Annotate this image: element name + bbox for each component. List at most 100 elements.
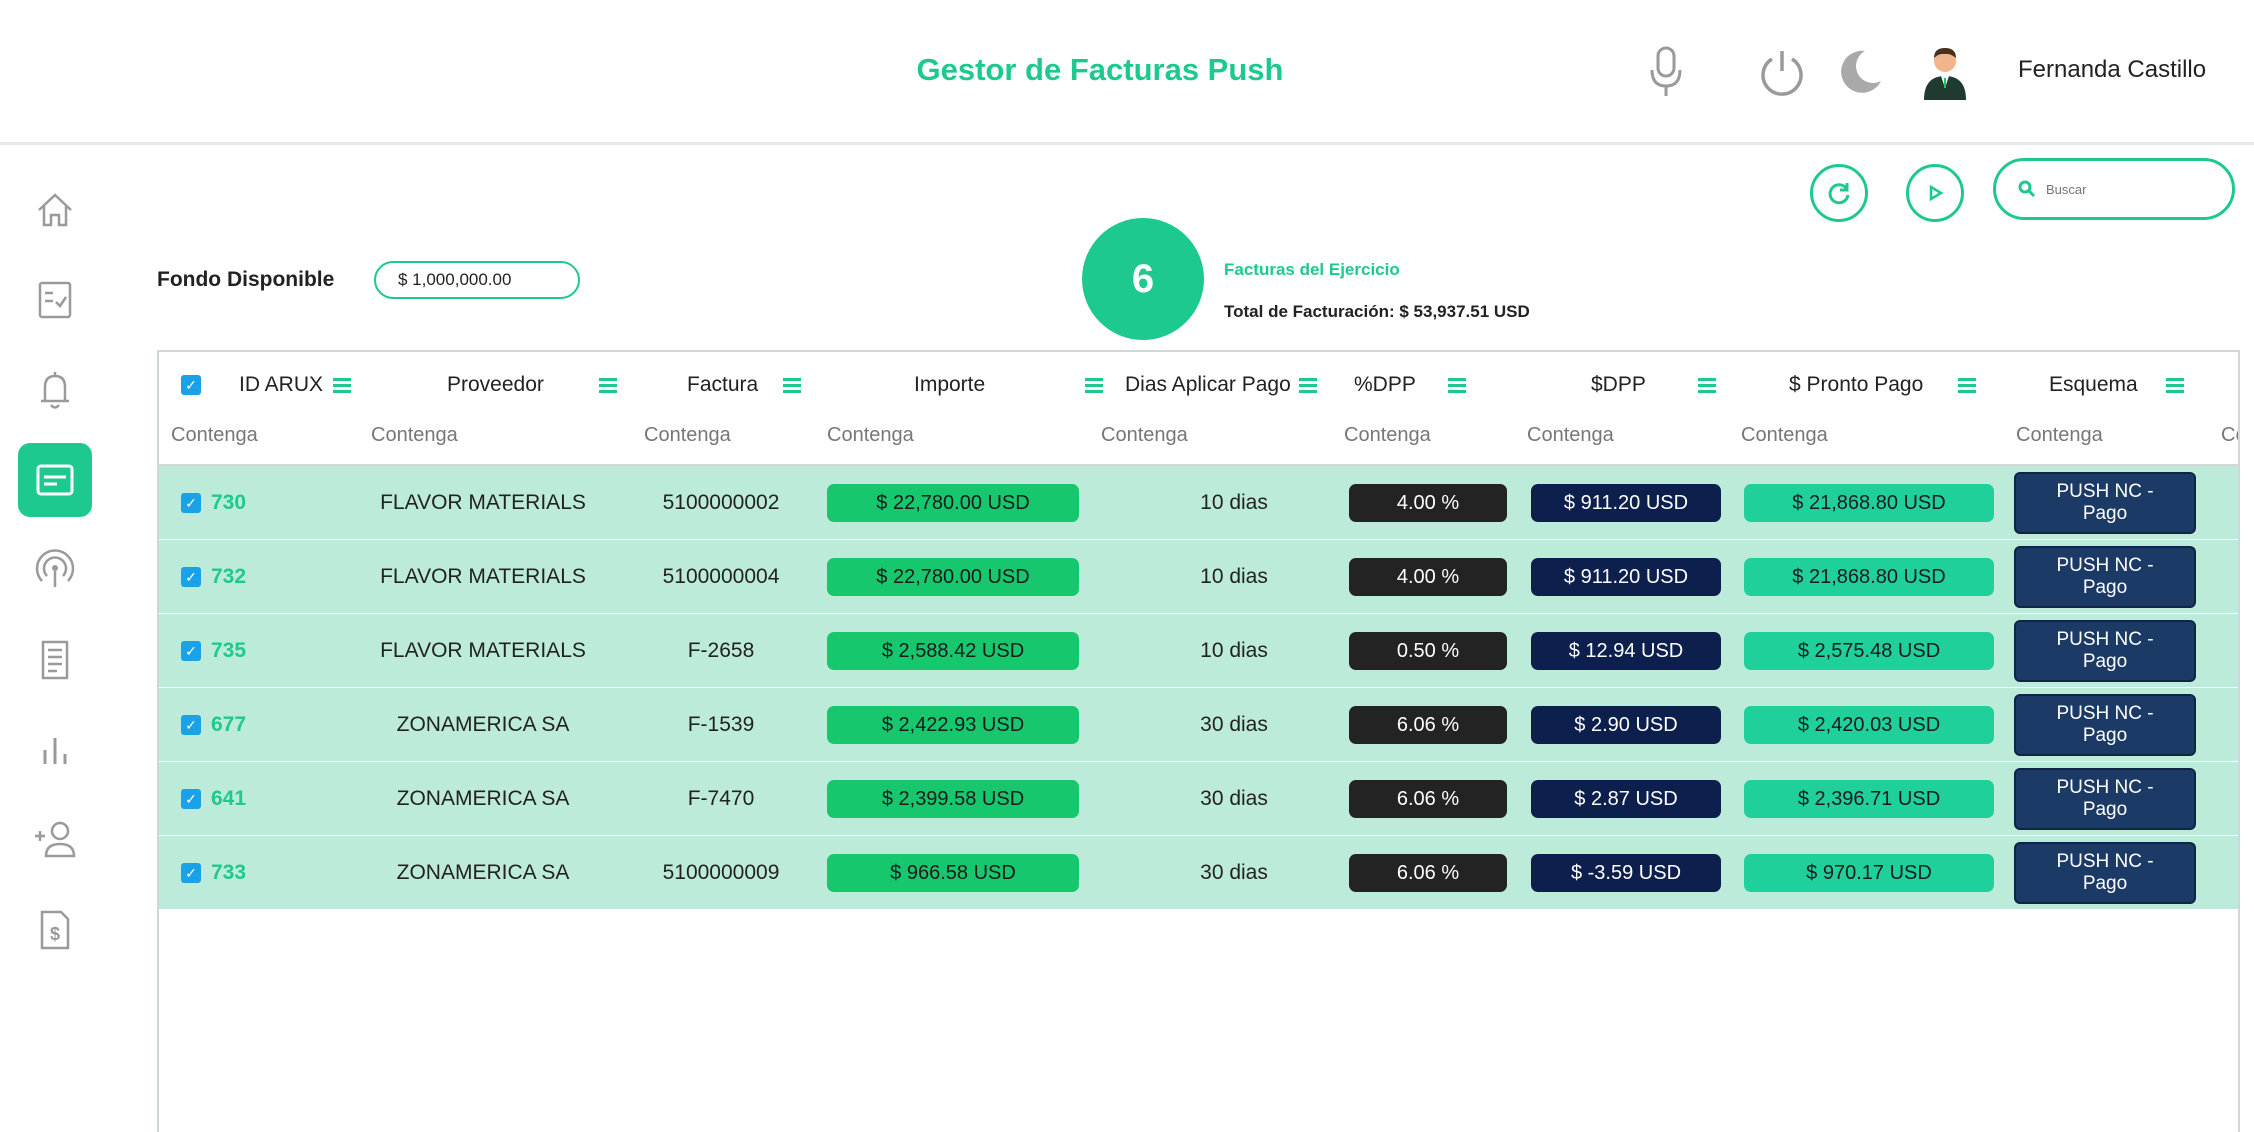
esquema-button[interactable]: PUSH NC - Pago — [2014, 768, 2196, 830]
row-id[interactable]: 732 — [211, 565, 246, 589]
search-input[interactable] — [2046, 181, 2206, 197]
row-id-cell[interactable]: ✓ 730 — [181, 466, 246, 540]
sidebar-item-payments[interactable]: $ — [18, 893, 92, 967]
filter-esquema[interactable]: Contenga — [2016, 424, 2103, 447]
row-factura: 5100000002 — [662, 491, 780, 514]
select-all-checkbox[interactable]: ✓ — [181, 372, 201, 398]
table-row[interactable]: ✓ 641 ZONAMERICA SA F-7470 $ 2,399.58 USD 30 … — [159, 762, 2238, 836]
refresh-button[interactable] — [1810, 164, 1868, 222]
refresh-icon — [1828, 183, 1850, 205]
menu-icon[interactable] — [598, 375, 617, 396]
row-sdpp-cell: $ 911.20 USD — [1531, 540, 1721, 614]
filter-pdpp[interactable]: Contenga — [1344, 424, 1431, 447]
moon-icon[interactable] — [1830, 42, 1890, 102]
row-id-cell[interactable]: ✓ 732 — [181, 540, 246, 614]
sidebar-item-home[interactable] — [18, 173, 92, 247]
row-proveedor: ZONAMERICA SA — [396, 713, 570, 736]
header-proveedor[interactable]: Proveedor — [447, 372, 617, 398]
play-button[interactable] — [1906, 164, 1964, 222]
row-proveedor: ZONAMERICA SA — [396, 787, 570, 810]
row-pdpp-cell: 6.06 % — [1349, 688, 1507, 762]
table-row[interactable]: ✓ 730 FLAVOR MATERIALS 5100000002 $ 22,780.0… — [159, 466, 2238, 540]
row-importe: $ 22,780.00 USD — [827, 558, 1079, 596]
sidebar-item-documents[interactable] — [18, 623, 92, 697]
esquema-button[interactable]: PUSH NC - Pago — [2014, 842, 2196, 904]
row-checkbox[interactable]: ✓ — [181, 789, 201, 809]
top-bar: Gestor de Facturas Push Fernanda Castill… — [0, 0, 2254, 145]
esquema-button[interactable]: PUSH NC - Pago — [2014, 620, 2196, 682]
fondo-value: $ 1,000,000.00 — [374, 261, 580, 299]
sidebar-item-reports[interactable] — [18, 713, 92, 787]
filter-factura[interactable]: Contenga — [644, 424, 731, 447]
power-icon[interactable] — [1752, 42, 1812, 102]
header-esquema[interactable]: Esquema — [2049, 372, 2184, 398]
esquema-button[interactable]: PUSH NC - Pago — [2014, 472, 2196, 534]
sidebar-item-tasks[interactable] — [18, 263, 92, 337]
table-row[interactable]: ✓ 677 ZONAMERICA SA F-1539 $ 2,422.93 USD 30 … — [159, 688, 2238, 762]
esquema-button[interactable]: PUSH NC - Pago — [2014, 694, 2196, 756]
header-pdpp[interactable]: %DPP — [1354, 372, 1466, 398]
row-factura: F-2658 — [687, 639, 755, 662]
row-importe-cell: $ 2,399.58 USD — [827, 762, 1079, 836]
filter-id[interactable]: Contenga — [171, 424, 258, 447]
row-dias: 10 dias — [1200, 491, 1268, 514]
menu-icon[interactable] — [2165, 375, 2184, 396]
row-id[interactable]: 641 — [211, 787, 246, 811]
header-sdpp[interactable]: $DPP — [1591, 372, 1716, 398]
row-id[interactable]: 733 — [211, 861, 246, 885]
row-checkbox[interactable]: ✓ — [181, 493, 201, 513]
header-dias[interactable]: Dias Aplicar Pago — [1125, 372, 1317, 398]
header-factura[interactable]: Factura — [687, 372, 802, 398]
avatar[interactable] — [1915, 42, 1975, 102]
search-box[interactable] — [1993, 158, 2235, 220]
menu-icon[interactable] — [783, 375, 802, 396]
menu-icon[interactable] — [1697, 375, 1716, 396]
row-id[interactable]: 677 — [211, 713, 246, 737]
sidebar-item-invoices[interactable] — [18, 443, 92, 517]
menu-icon[interactable] — [333, 375, 352, 396]
menu-icon[interactable] — [1085, 375, 1104, 396]
table-row[interactable]: ✓ 735 FLAVOR MATERIALS F-2658 $ 2,588.42 USD… — [159, 614, 2238, 688]
header-id[interactable]: ID ARUX — [239, 372, 352, 398]
row-proveedor: FLAVOR MATERIALS — [380, 639, 586, 662]
row-esquema-cell: PUSH NC - Pago — [2014, 466, 2196, 540]
row-sdpp-cell: $ 2.90 USD — [1531, 688, 1721, 762]
filter-pronto[interactable]: Contenga — [1741, 424, 1828, 447]
esquema-button[interactable]: PUSH NC - Pago — [2014, 546, 2196, 608]
menu-icon[interactable] — [1447, 375, 1466, 396]
row-sdpp: $ 911.20 USD — [1531, 484, 1721, 522]
menu-icon[interactable] — [1958, 375, 1977, 396]
microphone-icon[interactable] — [1636, 42, 1696, 102]
header-pronto[interactable]: $ Pronto Pago — [1789, 372, 1977, 398]
row-id-cell[interactable]: ✓ 677 — [181, 688, 246, 762]
dollar-document-icon: $ — [40, 910, 70, 950]
table-row[interactable]: ✓ 733 ZONAMERICA SA 5100000009 $ 966.58 USD 3… — [159, 836, 2238, 910]
menu-icon[interactable] — [1298, 375, 1317, 396]
row-esquema-cell: PUSH NC - Pago — [2014, 688, 2196, 762]
row-checkbox[interactable]: ✓ — [181, 567, 201, 587]
filter-dias[interactable]: Contenga — [1101, 424, 1188, 447]
row-checkbox[interactable]: ✓ — [181, 863, 201, 883]
row-checkbox[interactable]: ✓ — [181, 715, 201, 735]
sidebar-item-notifications[interactable] — [18, 353, 92, 427]
user-name[interactable]: Fernanda Castillo — [2018, 56, 2206, 84]
sidebar-item-broadcast[interactable] — [18, 533, 92, 607]
row-id[interactable]: 730 — [211, 491, 246, 515]
filter-sdpp[interactable]: Contenga — [1527, 424, 1614, 447]
filter-extra[interactable]: Cc — [2221, 424, 2238, 447]
filter-importe[interactable]: Contenga — [827, 424, 914, 447]
row-checkbox[interactable]: ✓ — [181, 641, 201, 661]
row-sdpp: $ 2.87 USD — [1531, 780, 1721, 818]
bell-icon — [41, 372, 69, 409]
row-pdpp-cell: 0.50 % — [1349, 614, 1507, 688]
row-factura: 5100000009 — [662, 861, 780, 884]
header-importe[interactable]: Importe — [914, 372, 1104, 398]
row-id[interactable]: 735 — [211, 639, 246, 663]
row-id-cell[interactable]: ✓ 735 — [181, 614, 246, 688]
sidebar-item-add-user[interactable] — [18, 803, 92, 877]
row-id-cell[interactable]: ✓ 641 — [181, 762, 246, 836]
row-id-cell[interactable]: ✓ 733 — [181, 836, 246, 910]
filter-proveedor[interactable]: Contenga — [371, 424, 458, 447]
table-row[interactable]: ✓ 732 FLAVOR MATERIALS 5100000004 $ 22,780.0… — [159, 540, 2238, 614]
row-pronto-cell: $ 21,868.80 USD — [1744, 540, 1994, 614]
